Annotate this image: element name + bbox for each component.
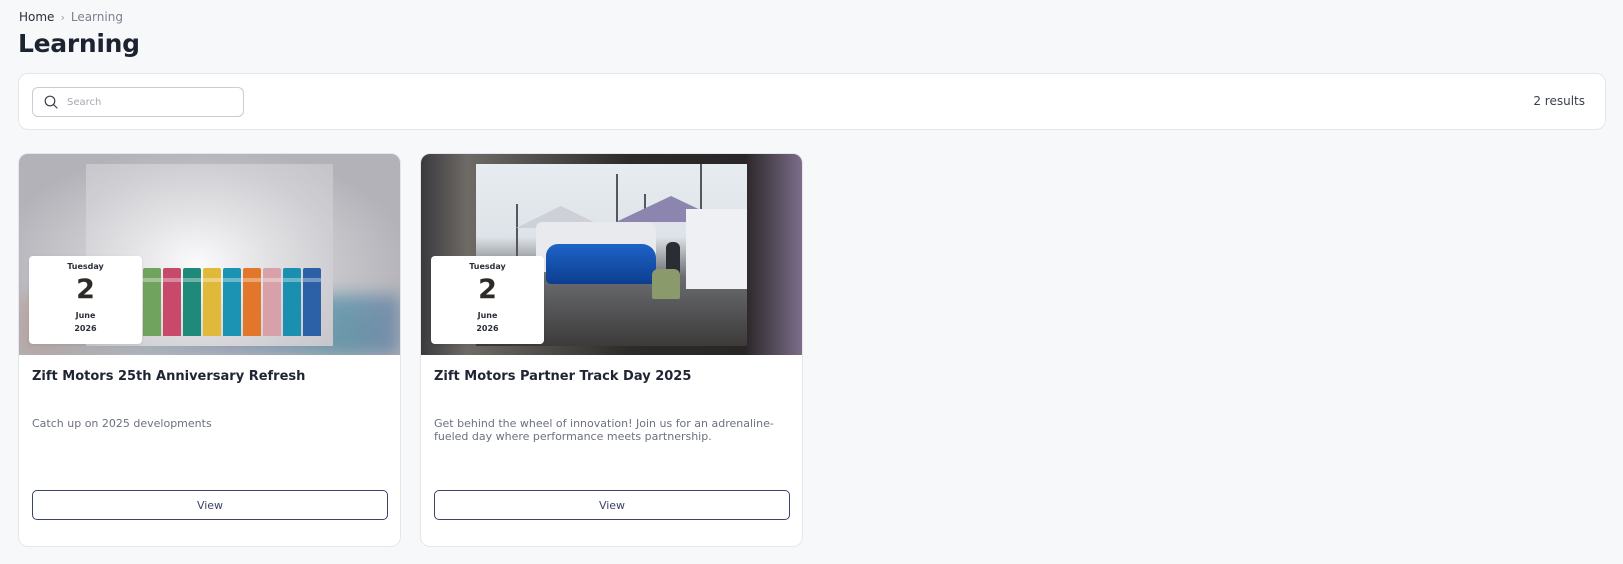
breadcrumb: Home › Learning bbox=[19, 10, 123, 24]
date-day: 2 bbox=[76, 274, 95, 305]
learning-page: Home › Learning Learning 2 results bbox=[0, 0, 1623, 564]
view-button[interactable]: View bbox=[434, 490, 790, 520]
event-date-badge: Tuesday 2 June 2026 bbox=[431, 256, 544, 344]
search-icon bbox=[43, 94, 59, 110]
results-count: 2 results bbox=[1533, 94, 1585, 108]
date-year: 2026 bbox=[74, 324, 97, 333]
page-title: Learning bbox=[18, 29, 140, 58]
date-month: June bbox=[75, 311, 96, 320]
learning-card: Tuesday 2 June 2026 Zift Motors 25th Ann… bbox=[18, 153, 401, 547]
date-year: 2026 bbox=[476, 324, 499, 333]
filter-toolbar: 2 results bbox=[18, 73, 1606, 130]
card-description: Get behind the wheel of innovation! Join… bbox=[434, 417, 774, 443]
card-description: Catch up on 2025 developments bbox=[32, 417, 212, 430]
breadcrumb-current: Learning bbox=[70, 10, 123, 24]
card-image: Tuesday 2 June 2026 bbox=[421, 154, 802, 355]
search-input[interactable] bbox=[65, 95, 229, 109]
card-title: Zift Motors Partner Track Day 2025 bbox=[434, 369, 692, 384]
card-title: Zift Motors 25th Anniversary Refresh bbox=[32, 369, 306, 384]
search-box[interactable] bbox=[32, 87, 244, 117]
date-day: 2 bbox=[478, 274, 497, 305]
date-month: June bbox=[477, 311, 498, 320]
date-weekday: Tuesday bbox=[67, 262, 104, 271]
date-weekday: Tuesday bbox=[469, 262, 506, 271]
event-date-badge: Tuesday 2 June 2026 bbox=[29, 256, 142, 344]
view-button[interactable]: View bbox=[32, 490, 388, 520]
breadcrumb-home-link[interactable]: Home bbox=[19, 10, 54, 24]
breadcrumb-chevron-icon: › bbox=[60, 10, 65, 24]
learning-card: Tuesday 2 June 2026 Zift Motors Partner … bbox=[420, 153, 803, 547]
card-image: Tuesday 2 June 2026 bbox=[19, 154, 400, 355]
